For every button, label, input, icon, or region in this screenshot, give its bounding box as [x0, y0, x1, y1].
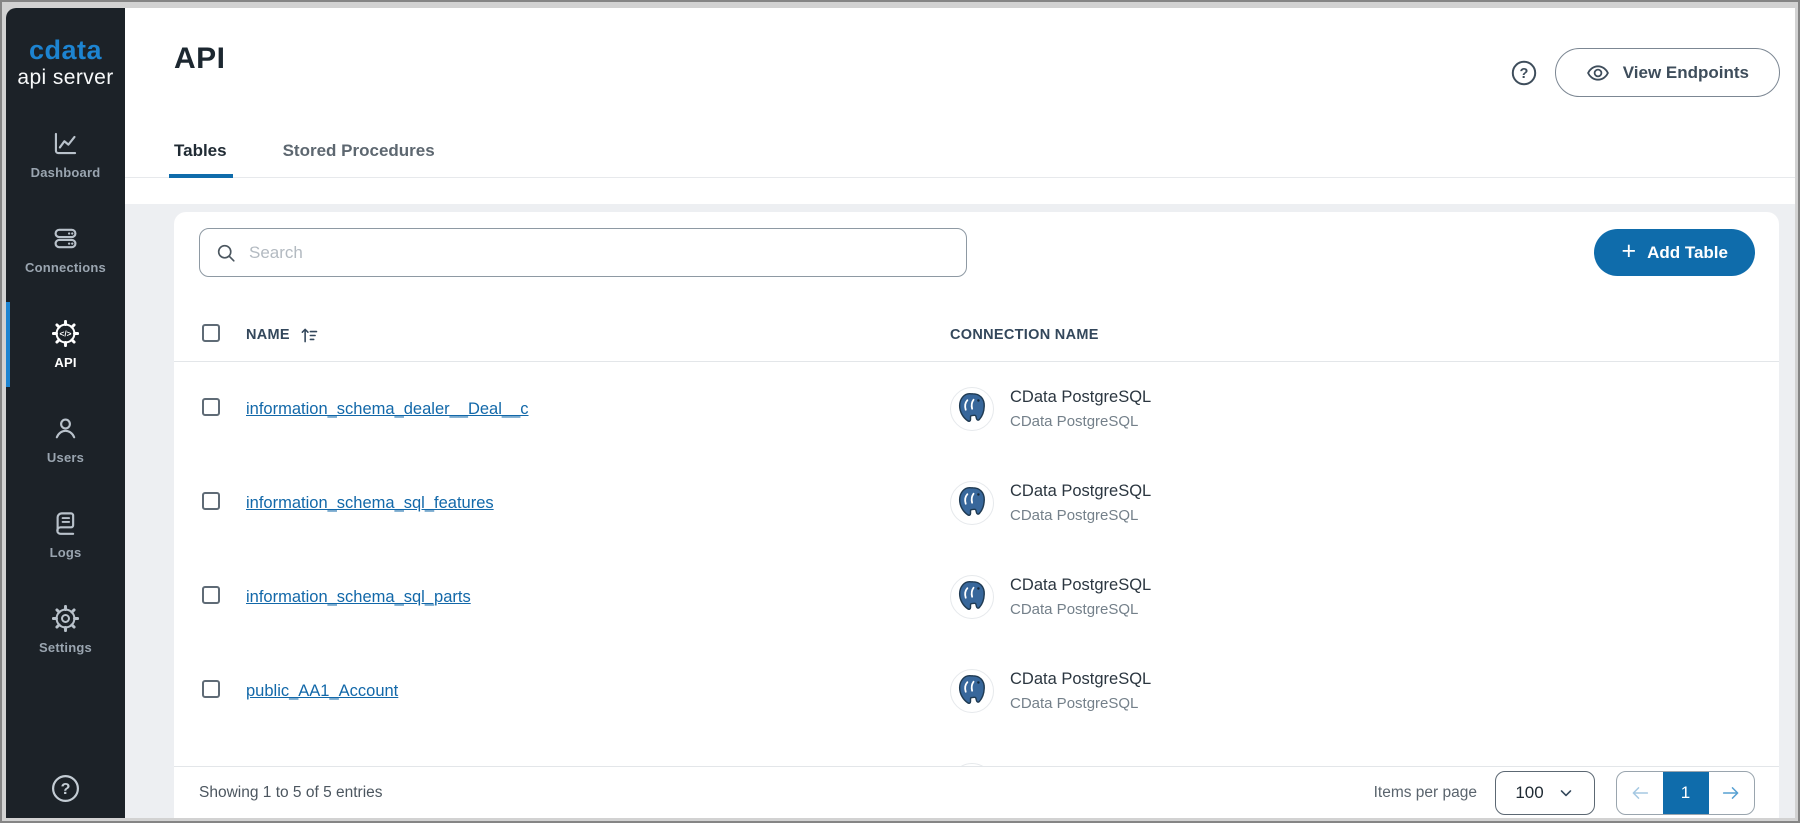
- sidebar-item-users[interactable]: Users: [6, 392, 125, 487]
- sidebar-item-label: API: [54, 355, 76, 370]
- book-icon: [52, 510, 79, 537]
- connection-name: CData PostgreSQL: [1010, 576, 1151, 595]
- sidebar: cdata api server Dashboard Connections A…: [6, 8, 125, 818]
- gear-icon: [52, 605, 79, 632]
- sort-icon[interactable]: [299, 325, 320, 346]
- tab-bar: Tables Stored Procedures: [125, 141, 1795, 178]
- tables-card: + Add Table NAME CONNECTION NAME: [174, 212, 1779, 818]
- search-icon: [215, 242, 237, 264]
- eye-icon: [1586, 61, 1610, 85]
- current-page-indicator[interactable]: 1: [1663, 772, 1709, 814]
- table-footer: Showing 1 to 5 of 5 entries Items per pa…: [174, 766, 1779, 818]
- row-checkbox[interactable]: [202, 492, 220, 510]
- showing-entries-text: Showing 1 to 5 of 5 entries: [199, 784, 383, 802]
- sidebar-item-label: Logs: [50, 545, 82, 560]
- arrow-right-icon: [1720, 782, 1742, 804]
- next-page-button[interactable]: [1709, 772, 1755, 814]
- row-checkbox[interactable]: [202, 680, 220, 698]
- content-area: + Add Table NAME CONNECTION NAME: [125, 204, 1795, 818]
- postgresql-logo-icon: [950, 387, 994, 431]
- sidebar-item-label: Settings: [39, 640, 92, 655]
- connection-cell: CData PostgreSQL CData PostgreSQL: [950, 387, 1779, 431]
- table-name-link[interactable]: information_schema_sql_parts: [246, 588, 471, 606]
- postgresql-logo-icon: [950, 575, 994, 619]
- table-body: information_schema_dealer__Deal__c CData…: [174, 362, 1779, 766]
- view-endpoints-button[interactable]: View Endpoints: [1555, 48, 1780, 97]
- sidebar-item-logs[interactable]: Logs: [6, 487, 125, 582]
- sidebar-item-settings[interactable]: Settings: [6, 582, 125, 677]
- help-button[interactable]: [1510, 59, 1538, 87]
- view-endpoints-label: View Endpoints: [1623, 63, 1749, 83]
- search-box: [199, 228, 967, 277]
- connection-cell: CData PostgreSQL CData PostgreSQL: [950, 575, 1779, 619]
- question-mark-icon: [1510, 59, 1538, 87]
- connection-cell: CData PostgreSQL CData PostgreSQL: [950, 669, 1779, 713]
- connection-subtitle: CData PostgreSQL: [1010, 695, 1151, 712]
- app-window: cdata api server Dashboard Connections A…: [0, 0, 1800, 823]
- table-row: information_schema_sql_features CData Po…: [174, 456, 1779, 550]
- column-header-connection-name: CONNECTION NAME: [950, 327, 1779, 343]
- connection-subtitle: CData PostgreSQL: [1010, 601, 1151, 618]
- connection-name: CData PostgreSQL: [1010, 670, 1151, 689]
- connection-subtitle: CData PostgreSQL: [1010, 507, 1151, 524]
- pagination: 1: [1616, 771, 1755, 815]
- servers-icon: [52, 225, 79, 252]
- user-icon: [52, 415, 79, 442]
- items-per-page-select[interactable]: 100: [1495, 771, 1595, 815]
- table-row: information_schema_sql_parts CData Postg…: [174, 550, 1779, 644]
- sidebar-item-dashboard[interactable]: Dashboard: [6, 107, 125, 202]
- table-row: CData PostgreSQL CData PostgreSQL: [174, 738, 1779, 766]
- connection-subtitle: CData PostgreSQL: [1010, 413, 1151, 430]
- sidebar-item-label: Connections: [25, 260, 106, 275]
- add-table-label: Add Table: [1647, 243, 1728, 263]
- table-name-link[interactable]: information_schema_sql_features: [246, 494, 494, 512]
- select-all-checkbox[interactable]: [202, 324, 220, 342]
- sidebar-nav: Dashboard Connections API Users Logs Set…: [6, 107, 125, 677]
- tab-tables[interactable]: Tables: [174, 141, 227, 177]
- cdata-logo: cdata api server: [17, 36, 113, 89]
- tab-stored-procedures[interactable]: Stored Procedures: [283, 141, 435, 177]
- line-chart-icon: [52, 130, 79, 157]
- items-per-page-label: Items per page: [1374, 784, 1477, 802]
- sidebar-item-api[interactable]: API: [6, 297, 125, 392]
- table-row: public_AA1_Account CData PostgreSQL CDat…: [174, 644, 1779, 738]
- question-mark-icon: [50, 773, 81, 804]
- row-checkbox[interactable]: [202, 586, 220, 604]
- logo-api-server-text: api server: [17, 67, 113, 89]
- sidebar-item-label: Users: [47, 450, 84, 465]
- table-row: information_schema_dealer__Deal__c CData…: [174, 362, 1779, 456]
- postgresql-logo-icon: [950, 669, 994, 713]
- table-name-link[interactable]: information_schema_dealer__Deal__c: [246, 400, 529, 418]
- table-name-link[interactable]: public_AA1_Account: [246, 682, 398, 700]
- previous-page-button[interactable]: [1617, 772, 1663, 814]
- connection-name: CData PostgreSQL: [1010, 388, 1151, 407]
- app-frame: cdata api server Dashboard Connections A…: [6, 8, 1795, 818]
- items-per-page-value: 100: [1515, 783, 1543, 803]
- search-input[interactable]: [249, 243, 951, 263]
- row-checkbox[interactable]: [202, 398, 220, 416]
- page-title: API: [174, 38, 226, 80]
- main-area: API View Endpoints Tables Stored Procedu…: [125, 8, 1795, 818]
- sidebar-item-label: Dashboard: [31, 165, 101, 180]
- arrow-left-icon: [1629, 782, 1651, 804]
- postgresql-logo-icon: [950, 481, 994, 525]
- connection-name: CData PostgreSQL: [1010, 482, 1151, 501]
- table-header-row: NAME CONNECTION NAME: [174, 309, 1779, 362]
- sidebar-help-button[interactable]: [50, 773, 81, 804]
- add-table-button[interactable]: + Add Table: [1594, 229, 1755, 276]
- sidebar-item-connections[interactable]: Connections: [6, 202, 125, 297]
- logo-cdata-text: cdata: [17, 36, 113, 64]
- page-header: API View Endpoints Tables Stored Procedu…: [125, 8, 1795, 204]
- column-header-name: NAME: [246, 327, 290, 343]
- gear-code-icon: [52, 320, 79, 347]
- chevron-down-icon: [1557, 784, 1575, 802]
- plus-icon: +: [1621, 239, 1636, 264]
- table-toolbar: + Add Table: [174, 212, 1779, 277]
- connection-cell: CData PostgreSQL CData PostgreSQL: [950, 481, 1779, 525]
